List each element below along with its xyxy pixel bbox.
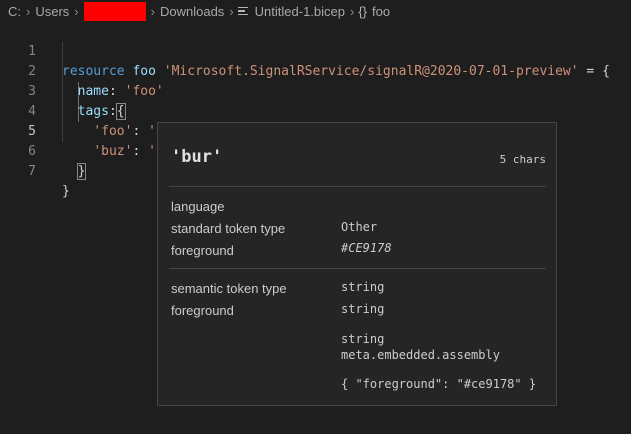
language-label: language (171, 199, 225, 214)
code-line-2[interactable]: 2 name: 'foo' (0, 42, 631, 99)
standard-token-type-label: standard token type (171, 221, 286, 236)
code-line-4[interactable]: 4 'foo': 'bar' (0, 82, 631, 139)
line-number: 7 (28, 164, 36, 179)
token-inspector-hover: 'bur' 5 chars language standard token ty… (157, 122, 557, 406)
inspected-token: 'bur' (171, 147, 223, 167)
semantic-foreground-value: string (341, 302, 385, 316)
foreground-label: foreground (171, 243, 234, 258)
code-line-1[interactable]: 1 resource foo 'Microsoft.SignalRService… (0, 22, 631, 79)
standard-token-type-value: Other (341, 220, 378, 234)
code-line-5[interactable]: 5 'buz': 'bur' (0, 102, 631, 159)
chevron-right-icon: › (229, 3, 234, 19)
theme-rule: { "foreground": "#ce9178" } (341, 377, 537, 391)
chevron-right-icon: › (26, 3, 31, 19)
divider (169, 268, 546, 269)
breadcrumb-drive[interactable]: C: (0, 4, 22, 19)
token-length: 5 chars (499, 153, 546, 166)
close-brace: } (62, 184, 70, 199)
textmate-scope: string (341, 332, 385, 346)
file-lines-icon (237, 5, 248, 18)
code-line-3[interactable]: 3 tags:{ (0, 62, 631, 120)
divider (169, 186, 546, 187)
breadcrumb-downloads[interactable]: Downloads (159, 4, 225, 19)
close-brace-matched: } (76, 163, 87, 180)
breadcrumb-symbol[interactable]: foo (371, 4, 391, 19)
foreground-value: #CE9178 (341, 241, 392, 255)
breadcrumb-users[interactable]: Users (34, 4, 70, 19)
breadcrumb-file[interactable]: Untitled-1.bicep (254, 4, 346, 19)
semantic-token-type-value: string (341, 280, 385, 294)
chevron-right-icon: › (74, 3, 79, 19)
semantic-token-type-label: semantic token type (171, 281, 287, 296)
braces-icon: {} (358, 3, 368, 19)
textmate-scope: meta.embedded.assembly (341, 348, 500, 362)
chevron-right-icon: › (349, 3, 355, 19)
chevron-right-icon: › (150, 3, 155, 19)
redacted-username (83, 1, 146, 21)
breadcrumb: C: › Users › › Downloads › Untitled-1.bi… (0, 0, 631, 22)
semantic-foreground-label: foreground (171, 303, 234, 318)
